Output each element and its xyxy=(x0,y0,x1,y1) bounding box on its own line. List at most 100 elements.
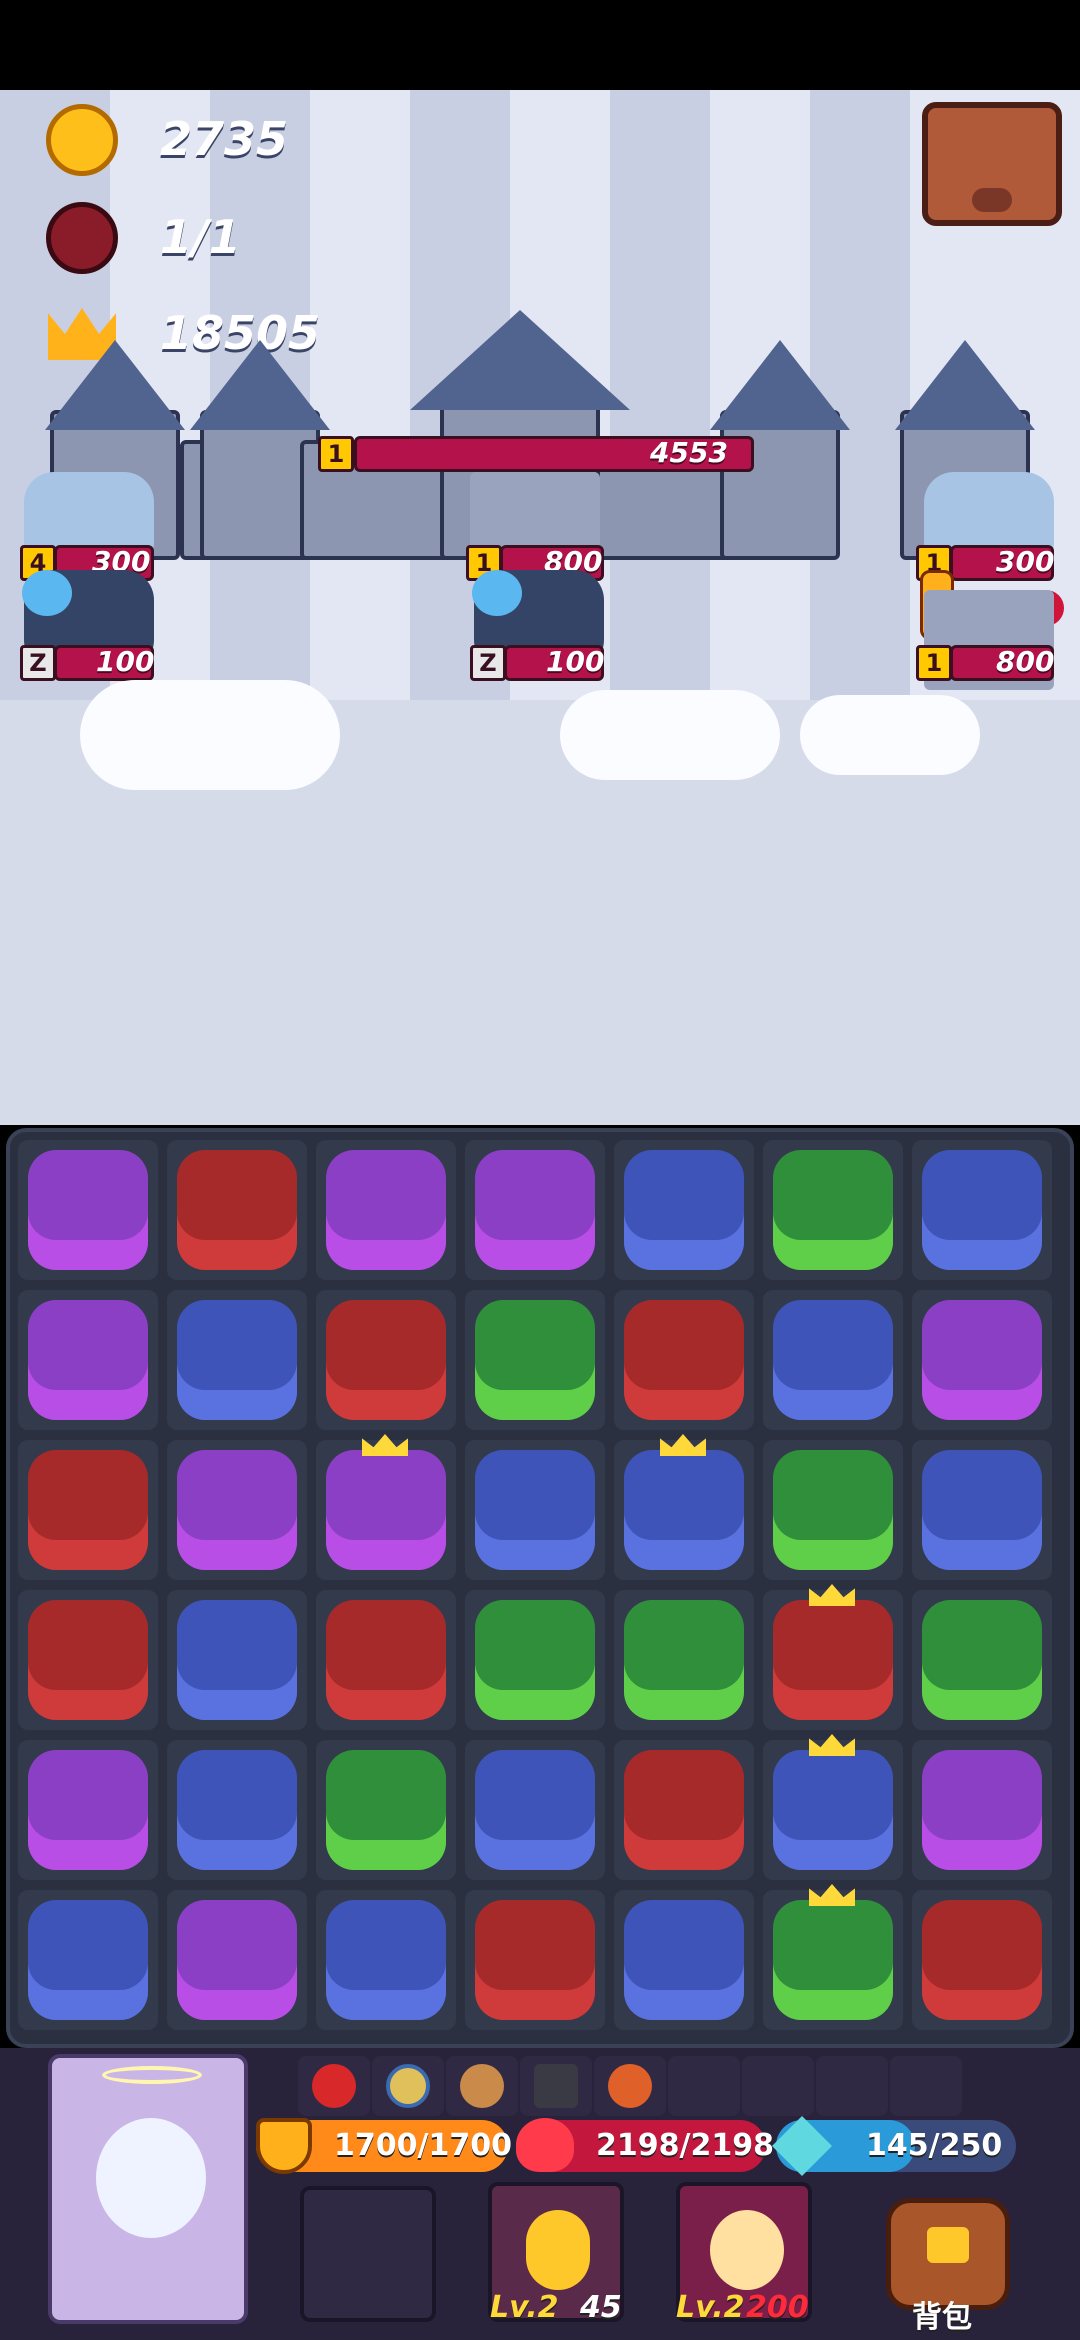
board-cell[interactable] xyxy=(912,1590,1052,1730)
campfire-icon xyxy=(608,2064,652,2108)
snow-mound xyxy=(80,680,340,790)
sleep-bubble-icon xyxy=(22,570,72,616)
sleep-bubble-icon xyxy=(472,570,522,616)
board-cell[interactable] xyxy=(167,1890,307,2030)
blue-hero-piece-icon xyxy=(28,1900,148,2020)
red-hero-piece-icon xyxy=(326,1300,446,1420)
red-hero-piece-icon xyxy=(624,1300,744,1420)
board-cell[interactable] xyxy=(763,1140,903,1280)
board-cell[interactable] xyxy=(763,1290,903,1430)
item-slot[interactable] xyxy=(742,2056,814,2116)
wave-count: 1/1 xyxy=(160,210,241,264)
board-cell[interactable] xyxy=(465,1140,605,1280)
blue-hero-piece-icon xyxy=(177,1600,297,1720)
crown-icon xyxy=(660,1434,706,1456)
backpack-icon xyxy=(927,2227,969,2263)
board-cell[interactable] xyxy=(465,1290,605,1430)
board-cell[interactable] xyxy=(614,1740,754,1880)
unit-hp-text: 300 xyxy=(996,545,1055,578)
item-slot[interactable] xyxy=(446,2056,518,2116)
coin-icon xyxy=(46,104,118,176)
board-cell[interactable] xyxy=(763,1884,903,2030)
purple-hero-piece-icon xyxy=(326,1150,446,1270)
red-hero-piece-icon xyxy=(326,1600,446,1720)
board-cell[interactable] xyxy=(316,1290,456,1430)
skill2-value: 200 xyxy=(746,2290,809,2325)
board-cell[interactable] xyxy=(763,1440,903,1580)
board-cell[interactable] xyxy=(18,1440,158,1580)
board-cell[interactable] xyxy=(167,1740,307,1880)
board-cell[interactable] xyxy=(912,1140,1052,1280)
unit-hp-text: 100 xyxy=(546,645,605,678)
board-cell[interactable] xyxy=(912,1890,1052,2030)
item-slot[interactable] xyxy=(890,2056,962,2116)
battle-field: 2735 1/1 18505 1 4553 4 300 1 800 1 300 … xyxy=(0,90,1080,1125)
board-cell[interactable] xyxy=(167,1440,307,1580)
board-cell[interactable] xyxy=(167,1140,307,1280)
blue-hero-piece-icon xyxy=(773,1300,893,1420)
red-gem-icon xyxy=(312,2064,356,2108)
item-slot[interactable] xyxy=(668,2056,740,2116)
item-slot[interactable] xyxy=(816,2056,888,2116)
board-cell[interactable] xyxy=(614,1140,754,1280)
board-cell[interactable] xyxy=(316,1434,456,1580)
shield-disc-icon xyxy=(386,2064,430,2108)
board-cell[interactable] xyxy=(614,1890,754,2030)
status-bar-area xyxy=(0,0,1080,90)
item-slot[interactable] xyxy=(594,2056,666,2116)
blue-hero-piece-icon xyxy=(922,1450,1042,1570)
board-cell[interactable] xyxy=(614,1434,754,1580)
board-cell[interactable] xyxy=(18,1590,158,1730)
red-hero-piece-icon xyxy=(773,1600,893,1720)
board-cell[interactable] xyxy=(912,1740,1052,1880)
board-cell[interactable] xyxy=(167,1590,307,1730)
board-cell[interactable] xyxy=(18,1740,158,1880)
castle-roof xyxy=(190,340,330,430)
purple-hero-piece-icon xyxy=(28,1300,148,1420)
board-cell[interactable] xyxy=(912,1440,1052,1580)
unit-level-badge: Z xyxy=(470,645,506,681)
board-cell[interactable] xyxy=(912,1290,1052,1430)
coin-count: 2735 xyxy=(160,112,289,166)
board-cell[interactable] xyxy=(167,1290,307,1430)
heart-icon xyxy=(516,2118,574,2172)
green-hero-piece-icon xyxy=(773,1450,893,1570)
green-hero-piece-icon xyxy=(773,1900,893,2020)
board-cell[interactable] xyxy=(465,1590,605,1730)
item-slot[interactable] xyxy=(520,2056,592,2116)
castle-roof xyxy=(45,340,185,430)
board-cell[interactable] xyxy=(614,1290,754,1430)
board-cell[interactable] xyxy=(18,1140,158,1280)
green-hero-piece-icon xyxy=(624,1600,744,1720)
purple-hero-piece-icon xyxy=(326,1450,446,1570)
board-cell[interactable] xyxy=(316,1890,456,2030)
red-hero-piece-icon xyxy=(475,1900,595,2020)
item-slot[interactable] xyxy=(298,2056,370,2116)
board-cell[interactable] xyxy=(18,1890,158,2030)
crown-icon xyxy=(809,1584,855,1606)
board-cell[interactable] xyxy=(316,1140,456,1280)
board-cell[interactable] xyxy=(465,1440,605,1580)
blue-hero-piece-icon xyxy=(177,1750,297,1870)
backpack-label: 背包 xyxy=(912,2300,972,2335)
item-slot[interactable] xyxy=(372,2056,444,2116)
red-hero-piece-icon xyxy=(28,1450,148,1570)
board-cell[interactable] xyxy=(465,1890,605,2030)
board-cell[interactable] xyxy=(763,1734,903,1880)
board-cell[interactable] xyxy=(18,1290,158,1430)
empty-skill-slot[interactable] xyxy=(300,2186,436,2322)
purple-hero-piece-icon xyxy=(922,1300,1042,1420)
purple-hero-piece-icon xyxy=(28,1750,148,1870)
board-cell[interactable] xyxy=(316,1740,456,1880)
treasure-chest-button[interactable] xyxy=(922,102,1062,226)
match-board xyxy=(6,1128,1074,2048)
hero-portrait[interactable] xyxy=(48,2054,248,2324)
board-cell[interactable] xyxy=(614,1590,754,1730)
red-hero-piece-icon xyxy=(28,1600,148,1720)
board-cell[interactable] xyxy=(763,1584,903,1730)
mana-value: 145/250 xyxy=(866,2128,1003,2163)
red-hero-piece-icon xyxy=(624,1750,744,1870)
board-cell[interactable] xyxy=(465,1740,605,1880)
board-cell[interactable] xyxy=(316,1590,456,1730)
crown-icon xyxy=(809,1884,855,1906)
